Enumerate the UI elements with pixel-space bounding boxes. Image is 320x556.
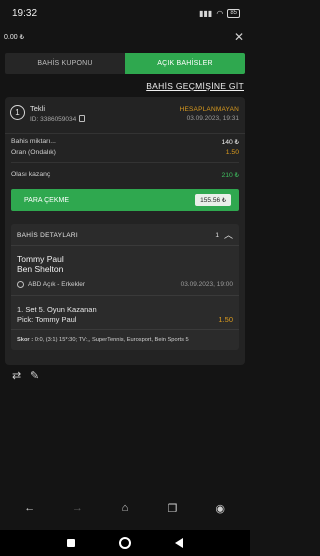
tab-open-bets[interactable]: AÇIK BAHİSLER (125, 53, 245, 74)
match-date: 03.09.2023, 19:00 (180, 281, 233, 288)
bet-date: 03.09.2023, 19:31 (186, 115, 239, 122)
balance: 0.00 ₺ (4, 34, 25, 41)
cashout-amount: 155.56 ₺ (195, 194, 231, 206)
bet-history-link[interactable]: BAHİS GEÇMİŞİNE GİT (146, 81, 244, 91)
pick-odd: 1.50 (218, 315, 233, 324)
back-arrow-icon[interactable]: ← (20, 502, 40, 514)
battery-icon: 85 (227, 8, 240, 18)
divider (5, 133, 245, 134)
bet-details-heading: BAHİS DETAYLARI (17, 232, 78, 239)
potential-win-value: 210 ₺ (221, 172, 239, 179)
bet-card: 1 Tekli ID: 3386059034 HESAPLANMAYAN 03.… (5, 97, 245, 365)
chevron-up-icon[interactable]: ︿ (224, 231, 233, 240)
potential-win-row: Olası kazanç 210 ₺ (11, 171, 239, 179)
bottom-nav: ← → ⌂ ❐ ◉ (0, 496, 250, 520)
status-time: 19:32 (12, 7, 38, 19)
divider (11, 295, 239, 296)
pick: Pick: Tommy Paul (17, 315, 77, 324)
stake-label: Bahis miktarı... (11, 138, 56, 145)
tab-bet-slip[interactable]: BAHİS KUPONU (5, 53, 125, 74)
bet-details-panel: BAHİS DETAYLARI 1 ︿ Tommy Paul Ben Shelt… (11, 224, 239, 350)
stake-value: 140 ₺ (221, 139, 239, 146)
league-name: ABD Açık - Erkekler (28, 281, 86, 288)
bet-id-row: ID: 3386059034 (30, 115, 86, 123)
home-button[interactable] (119, 537, 131, 549)
bet-card-header: 1 Tekli ID: 3386059034 HESAPLANMAYAN 03.… (5, 97, 245, 133)
edit-icon[interactable]: ✎ (30, 371, 39, 382)
system-nav-bar (0, 530, 250, 556)
top-bar: 0.00 ₺ ✕ (0, 26, 250, 48)
tabs: BAHİS KUPONU AÇIK BAHİSLER (5, 53, 245, 74)
potential-win-label: Olası kazanç (11, 171, 51, 178)
divider (11, 245, 239, 246)
wifi-icon: ◠ (216, 8, 224, 18)
bet-details-count: 1 (215, 232, 219, 239)
cashout-button[interactable]: PARA ÇEKME 155.56 ₺ (11, 189, 239, 211)
recent-apps-button[interactable] (67, 539, 75, 547)
status-icons: ▮▮▮ ◠ 85 (199, 8, 240, 18)
status-bar: 19:32 ▮▮▮ ◠ 85 (0, 0, 250, 26)
tabs-icon[interactable]: ❐ (163, 502, 183, 515)
home-icon[interactable]: ⌂ (115, 502, 135, 514)
score-label: Skor : (17, 337, 34, 343)
bet-number-badge: 1 (10, 105, 25, 120)
market-name: 1. Set 5. Oyun Kazanan (17, 305, 97, 314)
forward-arrow-icon[interactable]: → (67, 502, 87, 514)
back-button[interactable] (175, 538, 183, 548)
signal-icon: ▮▮▮ (199, 8, 213, 18)
divider (11, 162, 239, 163)
tennis-ball-icon (17, 281, 24, 288)
odds-value: 1.50 (225, 149, 239, 156)
divider (11, 329, 239, 330)
repeat-icon[interactable]: ⇄ (12, 371, 21, 382)
bet-id: ID: 3386059034 (30, 116, 77, 123)
bet-type: Tekli (30, 104, 46, 113)
bet-status: HESAPLANMAYAN (179, 106, 239, 113)
close-icon[interactable]: ✕ (234, 31, 244, 43)
team-away: Ben Shelton (17, 264, 64, 274)
score-row: Skor : 0:0, (3:1) 15*:30; TV:,, SuperTen… (17, 337, 189, 343)
copy-icon[interactable] (79, 115, 86, 122)
stake-row: Bahis miktarı... 140 ₺ (11, 138, 239, 146)
team-home: Tommy Paul (17, 254, 64, 264)
odds-label: Oran (Ondalık) (11, 149, 56, 156)
profile-icon[interactable]: ◉ (210, 502, 230, 515)
cashout-label: PARA ÇEKME (24, 196, 69, 204)
odds-row: Oran (Ondalık) 1.50 (11, 149, 239, 156)
score-value: 0:0, (3:1) 15*:30; TV:,, SuperTennis, Eu… (34, 337, 189, 343)
